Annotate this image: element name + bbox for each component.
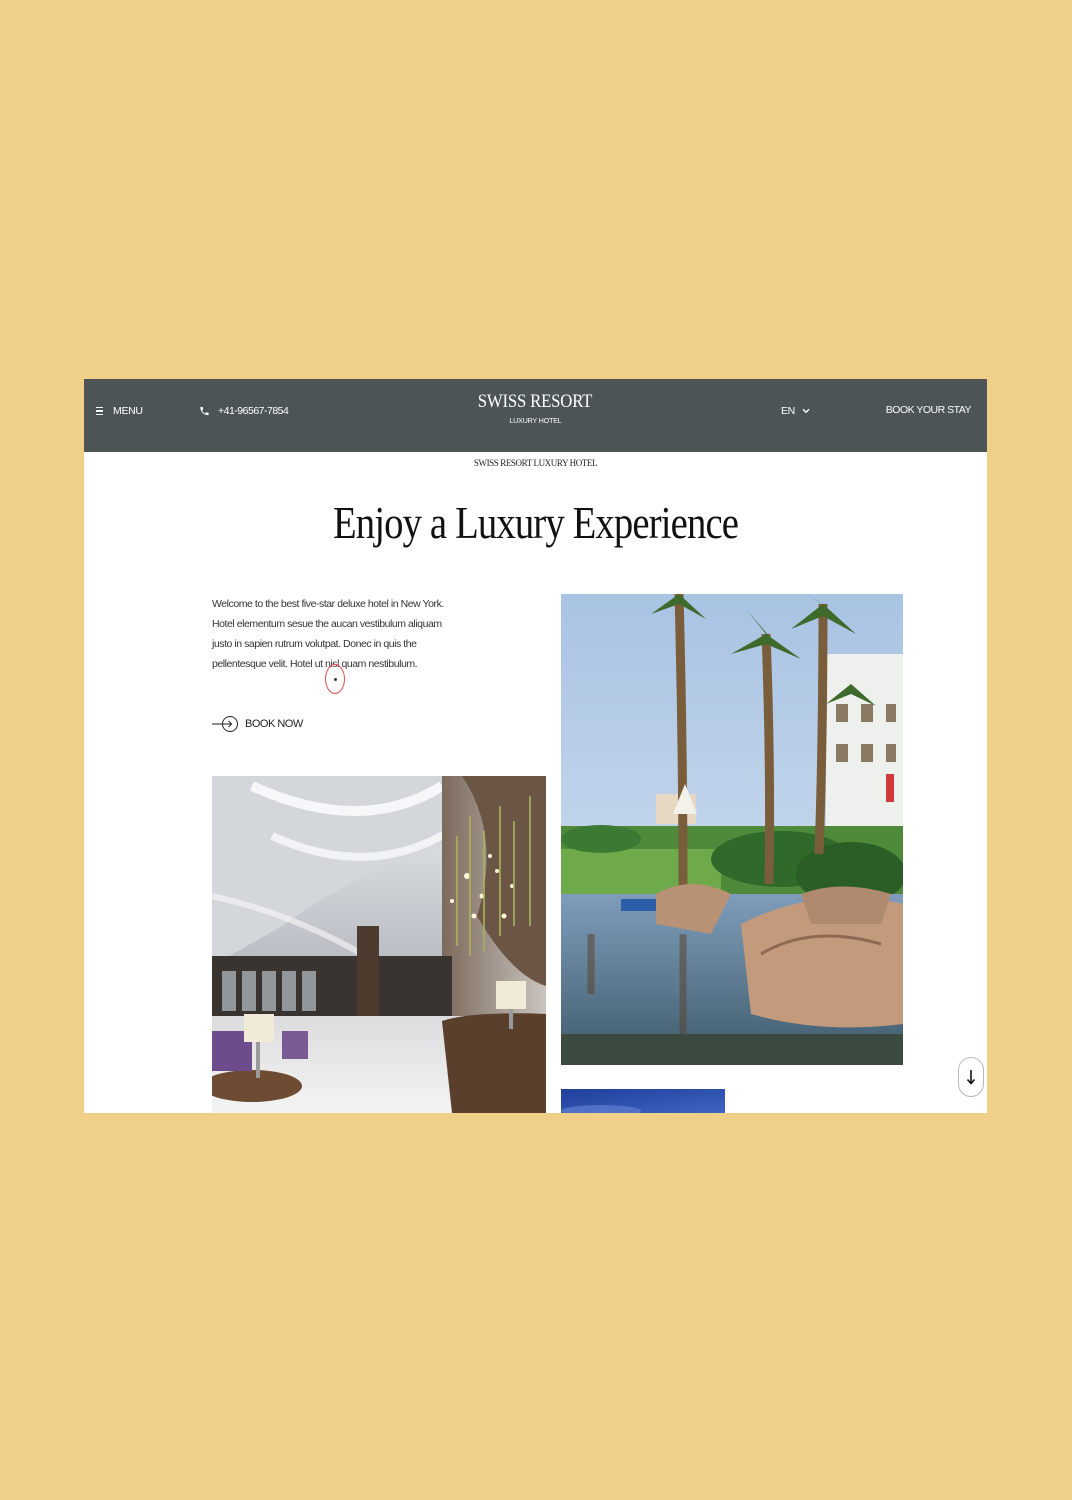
language-label: EN	[781, 405, 795, 417]
book-now-label: BOOK NOW	[245, 718, 303, 730]
site-header: MENU +41-96567-7854 SWISS RESORT LUXURY …	[84, 379, 987, 452]
intro-paragraph: Welcome to the best five-star deluxe hot…	[212, 598, 444, 670]
resort-pool-photo	[561, 594, 903, 1065]
mouse-cursor	[325, 664, 345, 694]
page-title-text: Enjoy a Luxury Experience	[332, 498, 739, 548]
page-title: Enjoy a Luxury Experience	[84, 495, 987, 551]
browser-viewport: MENU +41-96567-7854 SWISS RESORT LUXURY …	[84, 379, 987, 1113]
lobby-photo	[212, 776, 546, 1113]
book-your-stay-button[interactable]: BOOK YOUR STAY	[886, 404, 972, 418]
section-kicker: SWISS RESORT LUXURY HOTEL	[473, 458, 598, 468]
sky-photo-partial	[561, 1089, 725, 1113]
book-now-button[interactable]: BOOK NOW	[212, 712, 303, 736]
chevron-down-icon	[802, 408, 810, 414]
language-selector[interactable]: EN	[781, 404, 810, 418]
brand-subtitle: LUXURY HOTEL	[509, 418, 562, 425]
scroll-down-button[interactable]	[958, 1057, 984, 1097]
brand-name: SWISS RESORT	[478, 391, 593, 412]
brand-logo[interactable]: SWISS RESORT LUXURY HOTEL	[84, 391, 987, 425]
arrow-circle-icon	[212, 716, 238, 732]
arrow-down-icon	[966, 1070, 976, 1085]
